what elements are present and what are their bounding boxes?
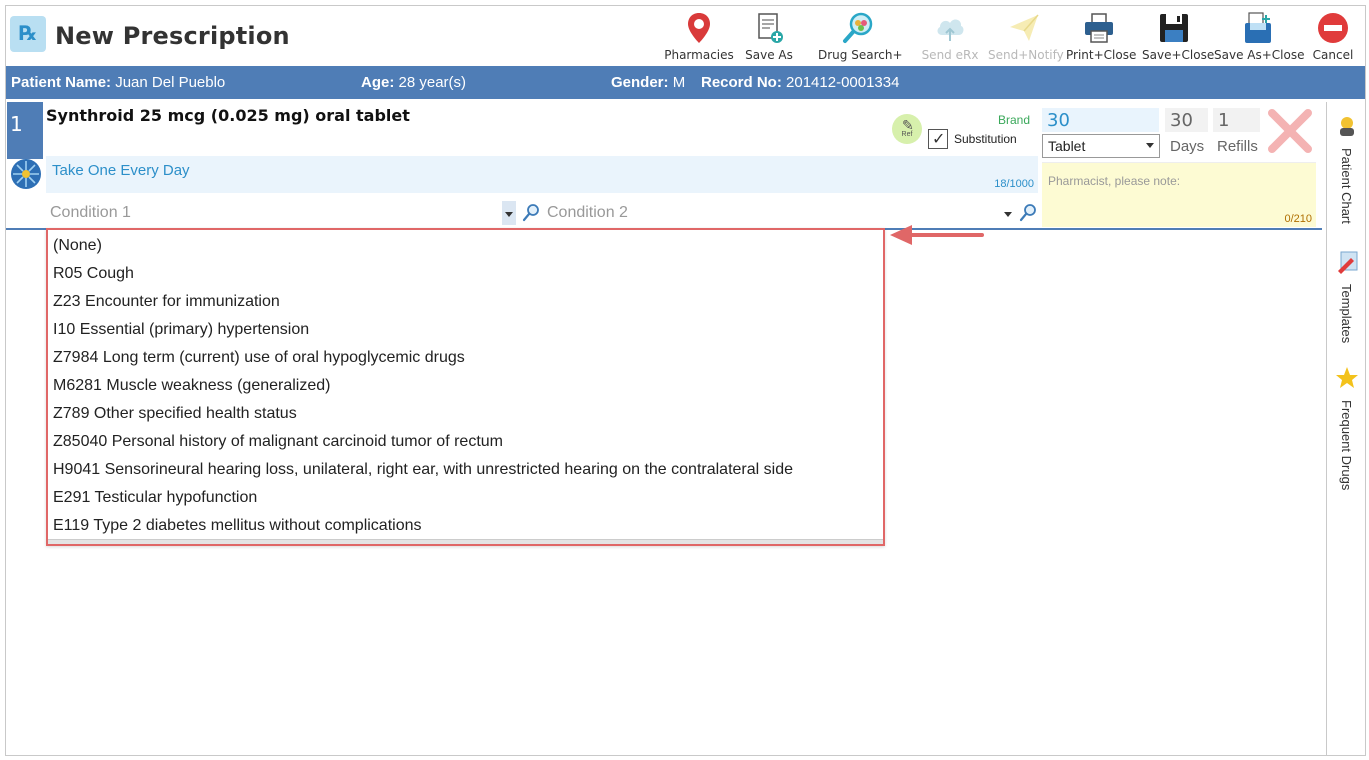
- print-close-label: Print+Close: [1066, 48, 1137, 62]
- patient-chart-icon: [1340, 117, 1354, 136]
- send-notify-label: Send+Notify: [988, 48, 1064, 62]
- sig-input[interactable]: Take One Every Day 18/1000: [46, 156, 1038, 193]
- pharmacies-button[interactable]: Pharmacies: [664, 8, 734, 64]
- list-item[interactable]: (None): [53, 237, 102, 265]
- templates-tab[interactable]: Templates: [1327, 250, 1366, 360]
- drug-search-button[interactable]: Drug Search+: [818, 8, 903, 64]
- list-item[interactable]: I10 Essential (primary) hypertension: [53, 321, 309, 349]
- refills-input[interactable]: 1: [1213, 108, 1260, 132]
- condition-1-placeholder: Condition 1: [50, 204, 131, 221]
- floppy-disk-icon: [1160, 14, 1188, 42]
- cancel-button[interactable]: Cancel: [1308, 8, 1358, 64]
- templates-icon: [1338, 251, 1358, 274]
- patient-age: Age: 28 year(s): [361, 74, 467, 91]
- list-item[interactable]: Z7984 Long term (current) use of oral hy…: [53, 349, 465, 377]
- send-erx-label: Send eRx: [921, 48, 979, 62]
- condition-2-placeholder: Condition 2: [547, 204, 628, 221]
- print-close-button[interactable]: Print+Close: [1066, 8, 1137, 64]
- list-item[interactable]: H9041 Sensorineural hearing loss, unilat…: [53, 461, 793, 489]
- chevron-down-icon: [1004, 212, 1012, 217]
- refills-label: Refills: [1217, 138, 1258, 155]
- patient-record-no: Record No: 201412-0001334: [701, 74, 900, 91]
- delete-prescription-icon[interactable]: [1266, 107, 1314, 155]
- unit-select-value: Tablet: [1048, 138, 1086, 154]
- brand-label: Brand: [998, 113, 1031, 127]
- list-item[interactable]: Z789 Other specified health status: [53, 405, 297, 433]
- frequent-drugs-label: Frequent Drugs: [1339, 400, 1354, 491]
- save-as-close-label: Save As+Close: [1214, 48, 1305, 62]
- checkmark-icon: ✓: [932, 131, 946, 148]
- condition-1-dropdown-toggle[interactable]: [502, 201, 516, 225]
- days-input[interactable]: 30: [1165, 108, 1208, 132]
- prescription-window: ℞ New Prescription Pharmacies Save As Dr…: [5, 5, 1366, 756]
- cancel-label: Cancel: [1312, 48, 1354, 62]
- cloud-upload-icon: [937, 19, 964, 41]
- document-plus-icon: [758, 13, 783, 43]
- condition-1-combobox[interactable]: Condition 1: [46, 201, 539, 229]
- horizontal-scrollbar[interactable]: [48, 539, 883, 544]
- patient-name: Patient Name: Juan Del Pueblo: [11, 74, 226, 91]
- sig-builder-icon[interactable]: [10, 158, 42, 190]
- list-item[interactable]: R05 Cough: [53, 265, 134, 293]
- sig-char-count: 18/1000: [994, 178, 1034, 190]
- paper-plane-icon: [1010, 14, 1039, 41]
- annotation-arrow-icon: [890, 225, 984, 245]
- page-title: New Prescription: [55, 22, 290, 50]
- templates-label: Templates: [1339, 284, 1354, 344]
- patient-info-bar: Patient Name: Juan Del Pueblo Age: 28 ye…: [6, 66, 1365, 99]
- pharmacist-note-count: 0/210: [1284, 213, 1312, 225]
- save-as-close-button[interactable]: Save As+Close: [1214, 8, 1305, 64]
- patient-chart-tab[interactable]: Patient Chart: [1327, 114, 1366, 234]
- save-close-label: Save+Close: [1142, 48, 1215, 62]
- quantity-input[interactable]: 30: [1042, 108, 1159, 132]
- condition-2-dropdown-toggle[interactable]: [1001, 201, 1015, 225]
- printer-icon: [1085, 13, 1113, 43]
- pharmacist-note-placeholder: Pharmacist, please note:: [1048, 174, 1181, 188]
- substitution-label: Substitution: [954, 132, 1017, 146]
- substitution-checkbox[interactable]: ✓: [928, 129, 948, 149]
- frequent-drugs-tab[interactable]: Frequent Drugs: [1327, 366, 1366, 506]
- search-icon[interactable]: [522, 203, 540, 223]
- condition-1-dropdown-list[interactable]: (None) R05 Cough Z23 Encounter for immun…: [46, 228, 885, 546]
- save-close-button[interactable]: Save+Close: [1142, 8, 1215, 64]
- chevron-down-icon: [1146, 143, 1154, 148]
- list-item[interactable]: E291 Testicular hypofunction: [53, 489, 257, 517]
- send-notify-button[interactable]: Send+Notify: [988, 8, 1064, 64]
- star-icon: [1336, 367, 1358, 388]
- list-item[interactable]: M6281 Muscle weakness (generalized): [53, 377, 330, 405]
- pharmacist-note-input[interactable]: Pharmacist, please note: 0/210: [1042, 162, 1316, 227]
- floppy-stack-icon: [1245, 12, 1271, 43]
- map-pin-icon: [688, 13, 710, 43]
- prescription-app-icon: ℞: [10, 16, 46, 52]
- list-item[interactable]: Z23 Encounter for immunization: [53, 293, 280, 321]
- sig-text: Take One Every Day: [52, 162, 190, 179]
- save-as-label: Save As: [745, 48, 793, 62]
- reference-button[interactable]: ✎ Ref: [892, 114, 922, 144]
- patient-gender: Gender: M: [611, 74, 686, 91]
- drug-name[interactable]: Synthroid 25 mcg (0.025 mg) oral tablet: [46, 106, 410, 125]
- magnifier-pills-icon: [843, 12, 873, 43]
- list-item[interactable]: Z85040 Personal history of malignant car…: [53, 433, 503, 461]
- pharmacies-label: Pharmacies: [664, 48, 734, 62]
- reference-label: Ref: [901, 131, 913, 138]
- days-label: Days: [1170, 138, 1205, 155]
- patient-chart-label: Patient Chart: [1339, 148, 1354, 224]
- search-icon[interactable]: [1019, 203, 1037, 223]
- send-erx-button[interactable]: Send eRx: [920, 8, 980, 64]
- side-panel: Patient Chart Templates Frequent Drugs: [1326, 102, 1365, 755]
- no-entry-icon: [1318, 13, 1348, 43]
- header: ℞ New Prescription Pharmacies Save As Dr…: [6, 6, 1365, 66]
- prescription-number: 1: [7, 102, 43, 159]
- drug-search-label: Drug Search+: [818, 48, 903, 62]
- save-as-button[interactable]: Save As: [742, 8, 796, 64]
- chevron-down-icon: [505, 212, 513, 217]
- unit-select[interactable]: Tablet: [1042, 134, 1160, 158]
